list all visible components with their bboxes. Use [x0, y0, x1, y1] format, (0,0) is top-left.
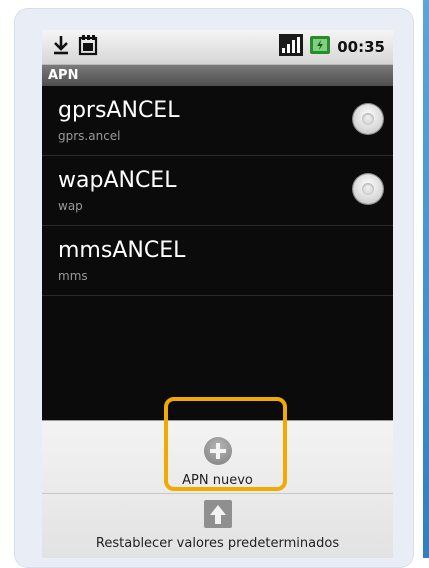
battery-icon — [309, 34, 331, 60]
download-icon — [52, 34, 70, 60]
apn-name: wapANCEL — [58, 168, 177, 193]
page-title: APN — [42, 65, 393, 86]
radio-button[interactable] — [353, 104, 383, 134]
signal-icon — [279, 34, 304, 60]
apn-subtitle: mms — [58, 269, 88, 283]
apn-list: gprsANCEL gprs.ancel wapANCEL wap mmsANC… — [42, 86, 393, 296]
clock-text: 00:35 — [337, 38, 385, 56]
apn-name: mmsANCEL — [58, 238, 186, 263]
status-left — [52, 34, 98, 60]
reset-icon — [204, 500, 232, 528]
status-right: 00:35 — [279, 34, 385, 60]
highlight-box — [164, 397, 287, 491]
list-item-wapancel[interactable]: wapANCEL wap — [42, 156, 393, 226]
sd-card-icon — [78, 34, 98, 60]
list-item-gprsancel[interactable]: gprsANCEL gprs.ancel — [42, 86, 393, 156]
reset-defaults-menu-item[interactable]: Restablecer valores predeterminados — [42, 494, 393, 558]
radio-button[interactable] — [353, 174, 383, 204]
apn-name: gprsANCEL — [58, 98, 180, 123]
list-item-mmsancel[interactable]: mmsANCEL mms — [42, 226, 393, 296]
reset-defaults-label: Restablecer valores predeterminados — [95, 536, 340, 551]
apn-subtitle: gprs.ancel — [58, 129, 121, 143]
status-bar: 00:35 — [42, 30, 393, 65]
side-accent-bar — [423, 0, 429, 558]
apn-subtitle: wap — [58, 199, 83, 213]
